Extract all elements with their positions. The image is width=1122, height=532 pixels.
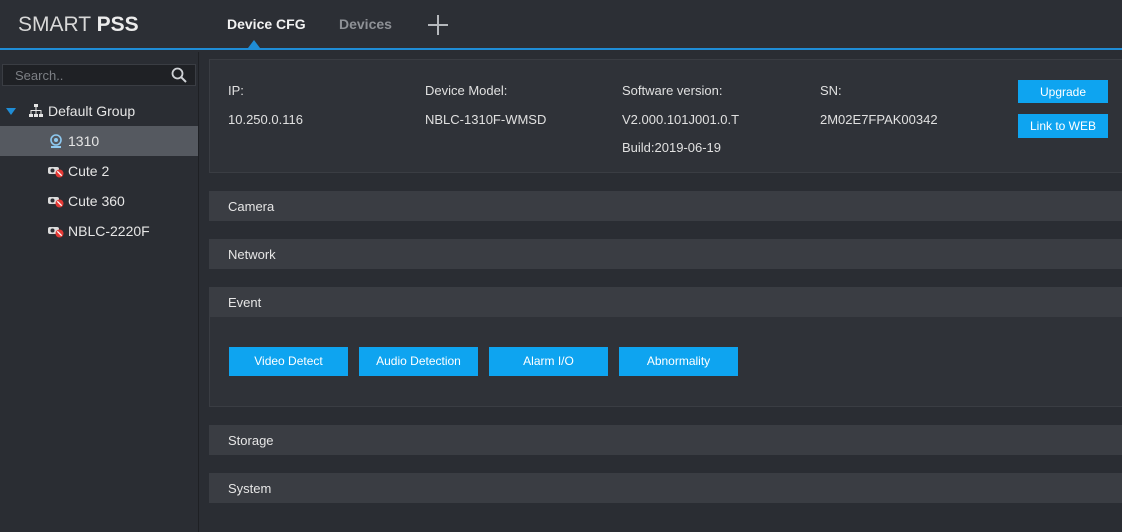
device-model-value: NBLC-1310F-WMSD [425,112,547,127]
tree-group-default[interactable]: Default Group [0,100,198,124]
device-info-panel: IP: 10.250.0.116 Device Model: NBLC-1310… [209,59,1122,173]
device-model-label: Device Model: [425,83,508,98]
link-to-web-button[interactable]: Link to WEB [1018,114,1108,138]
section-camera-label: Camera [228,199,275,214]
device-label: Cute 2 [68,163,110,179]
sn-value: 2M02E7FPAK00342 [820,112,938,127]
app-logo: SMART PSS [18,13,139,37]
search-icon[interactable] [171,67,187,83]
upgrade-button[interactable]: Upgrade [1018,80,1108,103]
tree-device-1310[interactable]: 1310 [0,126,198,156]
build-value: Build:2019-06-19 [622,140,722,155]
section-event[interactable]: Event [209,287,1122,317]
software-version-label: Software version: [622,83,723,98]
abnormality-button[interactable]: Abnormality [619,347,738,376]
section-system-label: System [228,481,272,496]
tab-device-cfg[interactable]: Device CFG [227,16,306,32]
top-bar: SMART PSS Device CFG Devices [0,0,1122,50]
section-network-label: Network [228,247,276,262]
logo-text: SMART [18,13,97,36]
alarm-io-button[interactable]: Alarm I/O [489,347,608,376]
device-label: 1310 [68,133,100,149]
active-tab-indicator [248,40,260,48]
section-event-label: Event [228,295,262,310]
camera-offline-icon [48,167,64,178]
video-detect-button[interactable]: Video Detect [229,347,348,376]
tree-group-label: Default Group [48,103,136,119]
tab-devices[interactable]: Devices [339,16,392,32]
tree-device-cute-360[interactable]: Cute 360 [0,186,198,216]
camera-online-icon [50,134,62,148]
device-label: NBLC-2220F [68,223,150,239]
search-input[interactable] [3,65,163,85]
org-tree-icon [29,104,43,117]
event-section-body: Video Detect Audio Detection Alarm I/O A… [209,317,1122,407]
device-tree-sidebar: Default Group 1310 Cute 2 Cute 360 [0,52,199,532]
add-tab-plus-icon[interactable] [428,15,448,35]
expand-caret-icon[interactable] [6,108,16,115]
device-label: Cute 360 [68,193,125,209]
section-storage-label: Storage [228,433,274,448]
tree-device-cute-2[interactable]: Cute 2 [0,156,198,186]
section-system[interactable]: System [209,473,1122,503]
audio-detection-button[interactable]: Audio Detection [359,347,478,376]
ip-value: 10.250.0.116 [228,112,303,127]
logo-text-bold: PSS [96,13,139,36]
ip-label: IP: [228,83,244,98]
camera-offline-icon [48,197,64,208]
section-camera[interactable]: Camera [209,191,1122,221]
software-version-value: V2.000.101J001.0.T [622,112,740,127]
camera-offline-icon [48,227,64,238]
section-network[interactable]: Network [209,239,1122,269]
sn-label: SN: [820,83,842,98]
search-box [2,64,196,86]
tree-device-nblc-2220f[interactable]: NBLC-2220F [0,216,198,246]
section-storage[interactable]: Storage [209,425,1122,455]
